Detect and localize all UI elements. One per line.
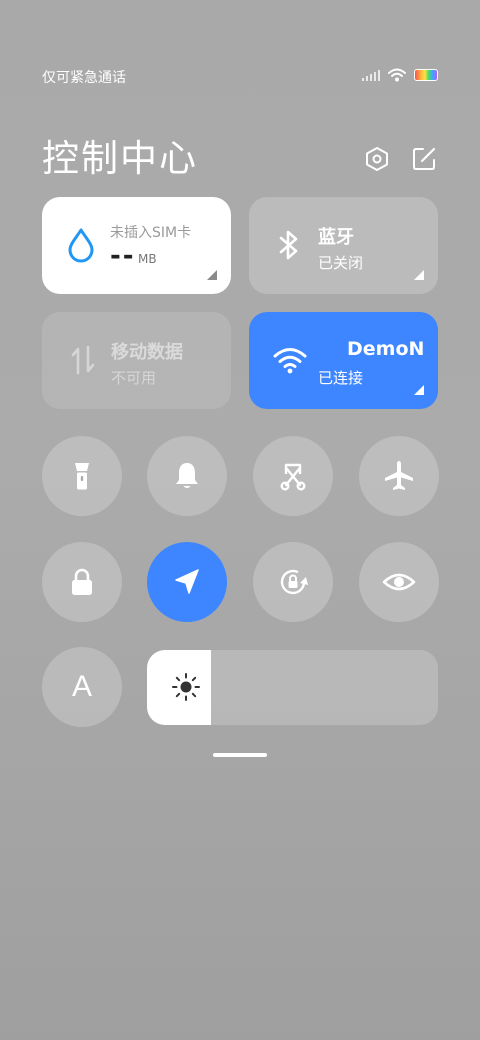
expand-corner-icon	[414, 270, 424, 280]
location-toggle[interactable]	[147, 542, 227, 622]
rotation-lock-toggle[interactable]	[253, 542, 333, 622]
flashlight-icon	[75, 463, 89, 490]
font-size-toggle[interactable]: A	[42, 647, 122, 727]
status-icons	[362, 68, 438, 82]
data-usage-unit: MB	[138, 252, 157, 266]
wifi-icon	[273, 348, 307, 374]
bluetooth-icon	[279, 230, 298, 260]
data-usage-value: --	[110, 241, 136, 271]
battery-icon	[414, 69, 438, 81]
expand-corner-icon	[414, 385, 424, 395]
data-transfer-icon	[71, 345, 95, 375]
location-arrow-icon	[175, 569, 199, 594]
sim-status-label: 未插入SIM卡	[110, 225, 192, 241]
wifi-network-name: DemoN	[347, 338, 423, 360]
bluetooth-tile[interactable]: 蓝牙 已关闭	[249, 197, 438, 294]
bell-toggle[interactable]	[147, 436, 227, 516]
wifi-status: 已连接	[318, 369, 364, 387]
wifi-tile[interactable]: DemoN 已连接	[249, 312, 438, 409]
rotation-lock-icon	[280, 569, 308, 595]
airplane-mode-toggle[interactable]	[359, 436, 439, 516]
mobile-data-title: 移动数据	[111, 342, 183, 363]
bluetooth-status: 已关闭	[318, 254, 364, 272]
mobile-data-tile[interactable]: 移动数据 不可用	[42, 312, 231, 409]
brightness-sun-icon	[172, 673, 200, 701]
bluetooth-title: 蓝牙	[318, 227, 354, 248]
data-usage-tile[interactable]: 未插入SIM卡 -- MB	[42, 197, 231, 294]
expand-corner-icon	[207, 270, 217, 280]
screenshot-toggle[interactable]	[253, 436, 333, 516]
scissors-screenshot-icon	[280, 463, 306, 491]
signal-icon	[362, 69, 380, 81]
eye-icon	[382, 573, 416, 591]
wifi-status-icon	[388, 68, 406, 82]
lock-screen-toggle[interactable]	[42, 542, 122, 622]
carrier-status: 仅可紧急通话	[42, 70, 126, 86]
airplane-icon	[385, 461, 413, 490]
bell-icon	[176, 463, 198, 488]
flashlight-toggle[interactable]	[42, 436, 122, 516]
page-title: 控制中心	[42, 137, 198, 180]
settings-icon[interactable]	[364, 146, 390, 172]
water-drop-icon	[68, 228, 94, 263]
drag-handle[interactable]	[213, 753, 267, 757]
lock-icon	[72, 568, 92, 595]
edit-icon[interactable]	[411, 146, 437, 172]
reading-mode-toggle[interactable]	[359, 542, 439, 622]
brightness-slider[interactable]	[147, 650, 438, 725]
font-size-label: A	[71, 670, 92, 703]
status-bar: 仅可紧急通话	[42, 66, 438, 88]
mobile-data-status: 不可用	[111, 369, 157, 387]
